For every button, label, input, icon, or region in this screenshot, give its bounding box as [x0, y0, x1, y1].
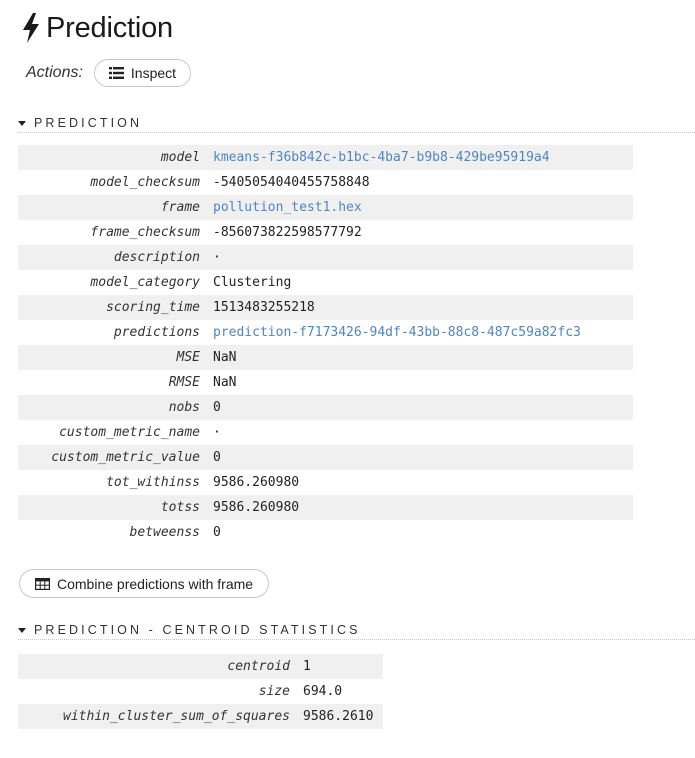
row-value: · [213, 425, 221, 440]
row-key: model_checksum [90, 175, 200, 190]
table-row: predictions prediction-f7173426-94df-43bb… [18, 320, 633, 345]
row-key: scoring_time [18, 295, 213, 320]
table-row: custom_metric_name · [18, 420, 633, 445]
inspect-button-label: Inspect [130, 65, 177, 81]
caret-down-icon [18, 121, 26, 126]
row-key: frame [18, 195, 213, 220]
row-value-link[interactable]: prediction-f7173426-94df-43bb-88c8-487c5… [213, 325, 581, 340]
row-key: betweenss [129, 525, 200, 540]
row-value: NaN [213, 345, 633, 370]
row-key: size [258, 684, 290, 699]
table-row: frame_checksum -856073822598577792 [18, 220, 633, 245]
row-value-cell: pollution_test1.hex [213, 195, 633, 220]
row-value: 9586.2610 [303, 704, 383, 729]
row-key: nobs [18, 395, 213, 420]
row-key: predictions [113, 325, 200, 340]
row-key: within_cluster_sum_of_squares [18, 704, 303, 729]
combine-row: Combine predictions with frame [19, 569, 270, 598]
row-key: totss [18, 495, 213, 520]
list-icon [108, 67, 124, 79]
table-row: size 694.0 [18, 679, 383, 704]
centroid-statistics-table: centroid 1 size 694.0 within_cluster_sum_of_… [18, 654, 383, 729]
actions-row: Actions: Inspect [26, 58, 192, 88]
prediction-table: model kmeans-f36b842c-b1bc-4ba7-b9b8-429b… [18, 145, 633, 545]
inspect-button[interactable]: Inspect [93, 59, 192, 87]
row-value: 694.0 [303, 684, 343, 699]
row-value: -5405054040455758848 [213, 175, 370, 190]
table-row: description · [18, 245, 633, 270]
row-value: 0 [213, 395, 633, 420]
row-value: 1 [303, 654, 383, 679]
row-key: centroid [18, 654, 303, 679]
row-value: 1513483255218 [213, 295, 633, 320]
table-row: model kmeans-f36b842c-b1bc-4ba7-b9b8-429b… [18, 145, 633, 170]
combine-predictions-button[interactable]: Combine predictions with frame [19, 569, 270, 598]
row-value: 9586.260980 [213, 495, 633, 520]
row-value: · [213, 245, 633, 270]
actions-label: Actions: [26, 64, 83, 81]
row-value-link[interactable]: kmeans-f36b842c-b1bc-4ba7-b9b8-429be9591… [213, 150, 550, 165]
row-key: frame_checksum [90, 225, 200, 240]
prediction-section-title: PREDICTION [34, 116, 143, 130]
table-row: centroid 1 [18, 654, 383, 679]
row-value: 9586.260980 [213, 475, 300, 490]
row-value: -856073822598577792 [213, 225, 362, 240]
row-key: custom_metric_name [59, 425, 200, 440]
centroid-section-title: PREDICTION - CENTROID STATISTICS [34, 623, 361, 637]
row-key: model [18, 145, 213, 170]
row-key: custom_metric_value [18, 445, 213, 470]
table-row: totss 9586.260980 [18, 495, 633, 520]
table-row: RMSE NaN [18, 370, 633, 395]
table-row: nobs 0 [18, 395, 633, 420]
row-key: tot_withinss [106, 475, 200, 490]
row-value: 0 [213, 445, 633, 470]
caret-down-icon [18, 628, 26, 633]
row-value: NaN [213, 375, 237, 390]
row-value: 0 [213, 525, 221, 540]
row-value-cell: kmeans-f36b842c-b1bc-4ba7-b9b8-429be9591… [213, 145, 633, 170]
row-key: RMSE [168, 375, 200, 390]
row-value: Clustering [213, 275, 292, 290]
row-value-cell: prediction-f7173426-94df-43bb-88c8-487c5… [213, 320, 633, 345]
bolt-icon [23, 13, 39, 43]
row-value-link[interactable]: pollution_test1.hex [213, 200, 362, 215]
table-row: model_category Clustering [18, 270, 633, 295]
row-key: MSE [18, 345, 213, 370]
row-key: description [18, 245, 213, 270]
page-header: Prediction [22, 8, 173, 48]
table-row: model_checksum -5405054040455758848 [18, 170, 633, 195]
row-key: model_category [90, 275, 200, 290]
table-row: custom_metric_value 0 [18, 445, 633, 470]
table-row: within_cluster_sum_of_squares 9586.2610 [18, 704, 383, 729]
combine-predictions-label: Combine predictions with frame [57, 575, 254, 592]
table-row: MSE NaN [18, 345, 633, 370]
page-title: Prediction [46, 12, 173, 44]
table-icon [35, 577, 50, 590]
table-row: betweenss 0 [18, 520, 633, 545]
table-row: scoring_time 1513483255218 [18, 295, 633, 320]
table-row: frame pollution_test1.hex [18, 195, 633, 220]
centroid-section-header[interactable]: PREDICTION - CENTROID STATISTICS [18, 621, 695, 640]
table-row: tot_withinss 9586.260980 [18, 470, 633, 495]
prediction-section-header[interactable]: PREDICTION [18, 114, 695, 133]
